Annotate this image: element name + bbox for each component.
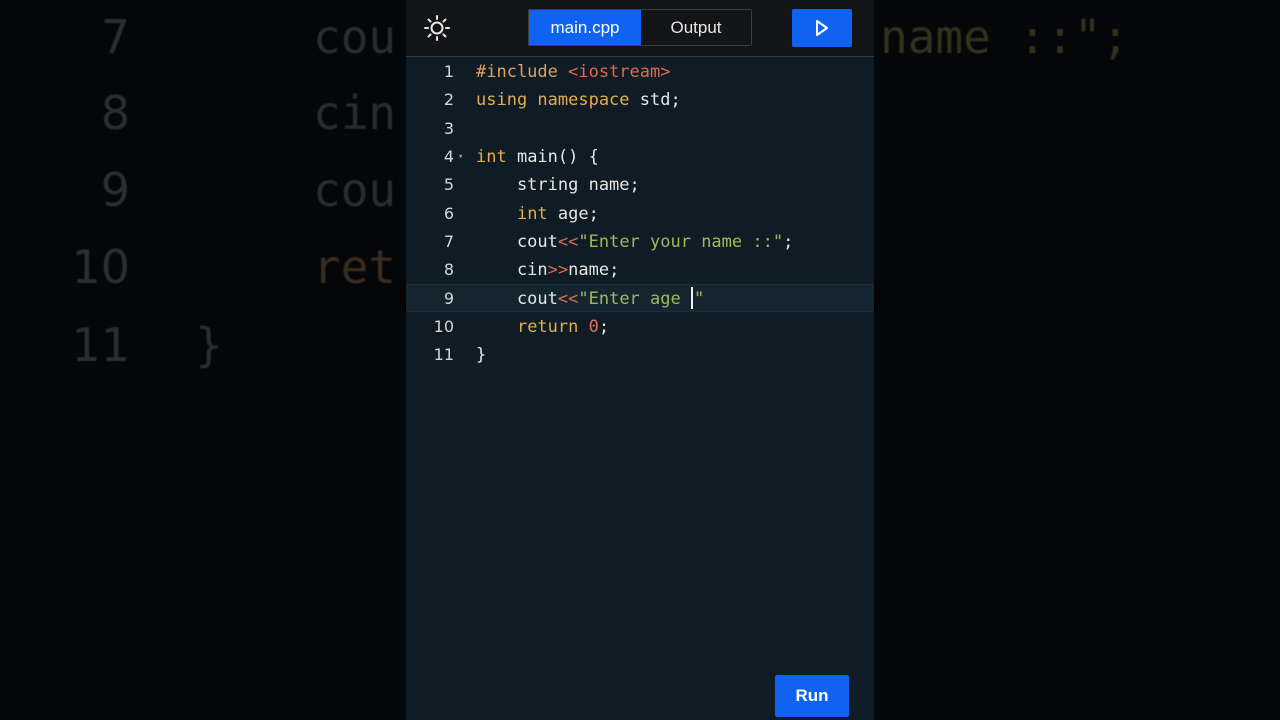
play-button[interactable] <box>792 9 852 47</box>
background-code: ret <box>313 240 397 294</box>
code-token: main() { <box>516 146 599 167</box>
code-line[interactable]: 5 string name; <box>406 171 874 199</box>
tab-output[interactable]: Output <box>641 10 751 45</box>
code-text: cout<<"Enter age " <box>476 285 704 313</box>
code-token: return <box>516 316 589 337</box>
code-token: age; <box>557 203 599 224</box>
code-text: int age; <box>476 200 599 228</box>
background-code: cou <box>313 10 397 64</box>
tab-main-cpp[interactable]: main.cpp <box>529 10 641 45</box>
line-number: 6 <box>443 203 454 223</box>
code-text: cin>>name; <box>476 256 619 284</box>
code-line[interactable]: 4 ▾ int main() { <box>406 143 874 171</box>
code-line[interactable]: 7 cout<<"Enter your name ::"; <box>406 228 874 256</box>
code-line[interactable]: 10 return 0; <box>406 313 874 341</box>
background-line-number: 9 <box>100 163 130 217</box>
code-line[interactable]: 2 using namespace std; <box>406 86 874 114</box>
code-text: } <box>476 341 486 369</box>
code-line[interactable]: 6 int age; <box>406 200 874 228</box>
line-number: 2 <box>443 90 454 110</box>
code-text: #include <iostream> <box>476 58 670 86</box>
code-token: using namespace <box>476 90 640 111</box>
code-token: 0 <box>588 316 599 337</box>
code-text: string name; <box>476 171 640 199</box>
sun-icon[interactable] <box>423 14 451 42</box>
background-line-number: 8 <box>100 86 130 140</box>
code-editor[interactable]: 1 #include <iostream> 2 using namespace std… <box>406 57 874 657</box>
code-token: "Enter your name ::" <box>578 231 784 252</box>
code-editor-app: main.cpp Output 1 #include <iostream> 2 usi… <box>406 0 874 720</box>
code-text: return 0; <box>476 313 609 341</box>
play-icon <box>816 20 828 36</box>
code-token: std; <box>639 90 681 111</box>
line-number: 11 <box>433 345 454 364</box>
line-number: 10 <box>433 316 454 336</box>
code-token: int <box>516 203 558 224</box>
text-cursor <box>690 287 693 310</box>
background-code-tail: name ::"; <box>880 10 1130 64</box>
code-line[interactable]: 3 <box>406 115 874 143</box>
fold-arrow-icon[interactable]: ▾ <box>458 143 463 171</box>
run-button[interactable]: Run <box>775 675 849 717</box>
code-token: ; <box>783 231 794 252</box>
background-code: cou <box>313 163 397 217</box>
line-number: 8 <box>443 260 454 280</box>
line-number: 7 <box>443 231 454 251</box>
code-line[interactable]: 8 cin>>name; <box>406 256 874 284</box>
code-token: } <box>476 345 487 365</box>
line-number: 3 <box>443 118 454 138</box>
code-token: >> <box>547 260 569 281</box>
code-token: name; <box>568 260 620 281</box>
background-line-number: 11 <box>71 318 130 372</box>
code-token: <iostream> <box>568 62 671 82</box>
background-code: } <box>195 318 223 372</box>
code-token: << <box>557 231 579 252</box>
code-line[interactable]: 11} <box>406 341 874 369</box>
code-token: int <box>476 146 517 167</box>
code-token: ; <box>598 316 610 337</box>
code-token: #include <box>476 62 569 82</box>
code-token: cout <box>476 289 558 310</box>
code-line[interactable]: 9 cout<<"Enter age " <box>406 284 874 313</box>
code-text: cout<<"Enter your name ::"; <box>476 228 793 256</box>
file-tabs: main.cpp Output <box>528 9 752 46</box>
code-token: << <box>557 289 579 310</box>
code-text: using namespace std; <box>476 86 681 114</box>
line-number: 4 <box>443 146 454 166</box>
code-token: " <box>693 289 705 310</box>
line-number: 1 <box>443 62 454 81</box>
background-code: cin <box>313 86 397 140</box>
line-number: 9 <box>443 289 454 309</box>
toolbar: main.cpp Output <box>406 0 874 57</box>
line-number: 5 <box>443 175 454 195</box>
code-token: cin <box>476 260 548 281</box>
code-line[interactable]: 1 #include <iostream> <box>406 58 874 86</box>
code-token: string name; <box>476 175 640 196</box>
code-token: cout <box>476 231 558 252</box>
background-line-number: 7 <box>100 10 130 64</box>
background-line-number: 10 <box>71 240 130 294</box>
code-token: "Enter age <box>578 289 691 310</box>
code-text: int main() { <box>476 143 599 171</box>
